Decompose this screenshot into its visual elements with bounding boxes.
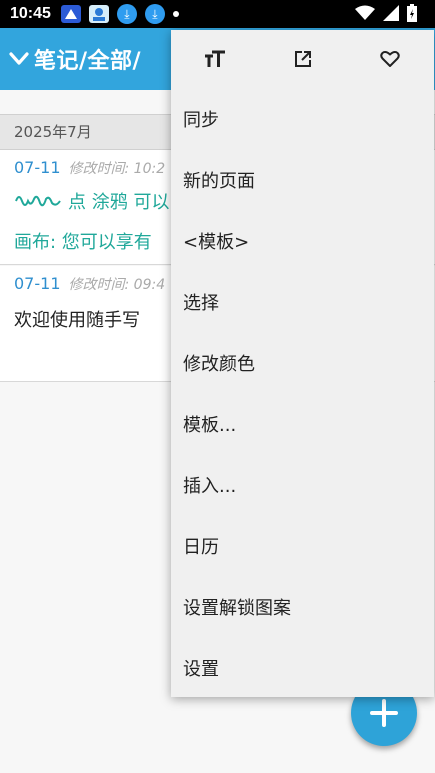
plus-icon [370,699,398,727]
overflow-menu: 同步 新的页面 <模板> 选择 修改颜色 模板... 插入... 日历 设置解锁… [171,30,434,697]
handwriting-sketch-icon [14,191,62,216]
signal-icon [383,5,399,25]
status-bar: 10:45 ⤓ ⤓ [0,0,435,28]
note-date: 07-11 [14,274,61,293]
battery-icon [407,4,417,26]
text-size-button[interactable] [171,30,259,88]
note-text-line2: 画布: 您可以享有 [14,232,152,253]
open-external-button[interactable] [259,30,347,88]
status-time: 10:45 [10,5,51,22]
menu-item-template-tag[interactable]: <模板> [171,210,434,271]
menu-item-templates[interactable]: 模板... [171,393,434,454]
note-modified-time: 修改时间: 09:4 [68,277,166,293]
menu-item-sync[interactable]: 同步 [171,88,434,149]
open-external-icon [294,51,311,67]
wifi-icon [355,5,375,25]
note-text: 欢迎使用随手写 [14,310,140,331]
text-size-icon [204,50,225,67]
menu-item-select[interactable]: 选择 [171,271,434,332]
bird-app-icon [60,5,81,23]
dot-icon [172,11,179,17]
menu-item-unlock-pattern[interactable]: 设置解锁图案 [171,576,434,637]
download-icon: ⤓ [116,4,137,24]
note-date: 07-11 [14,158,61,177]
menu-item-insert[interactable]: 插入... [171,454,434,515]
page-title[interactable]: 笔记/全部/ [34,43,141,75]
menu-toolbar [171,30,434,88]
menu-item-calendar[interactable]: 日历 [171,515,434,576]
menu-item-settings[interactable]: 设置 [171,637,434,698]
note-modified-time: 修改时间: 10:2 [68,161,166,177]
note-line: 点 涂鸦 可以 [14,188,169,216]
menu-item-change-color[interactable]: 修改颜色 [171,332,434,393]
avatar-app-icon [88,5,109,23]
chevron-down-icon[interactable] [6,46,32,72]
menu-item-new-page[interactable]: 新的页面 [171,149,434,210]
favorite-button[interactable] [346,30,434,88]
download-icon: ⤓ [144,4,165,24]
heart-icon [380,51,400,67]
note-text: 点 涂鸦 可以 [68,192,170,213]
